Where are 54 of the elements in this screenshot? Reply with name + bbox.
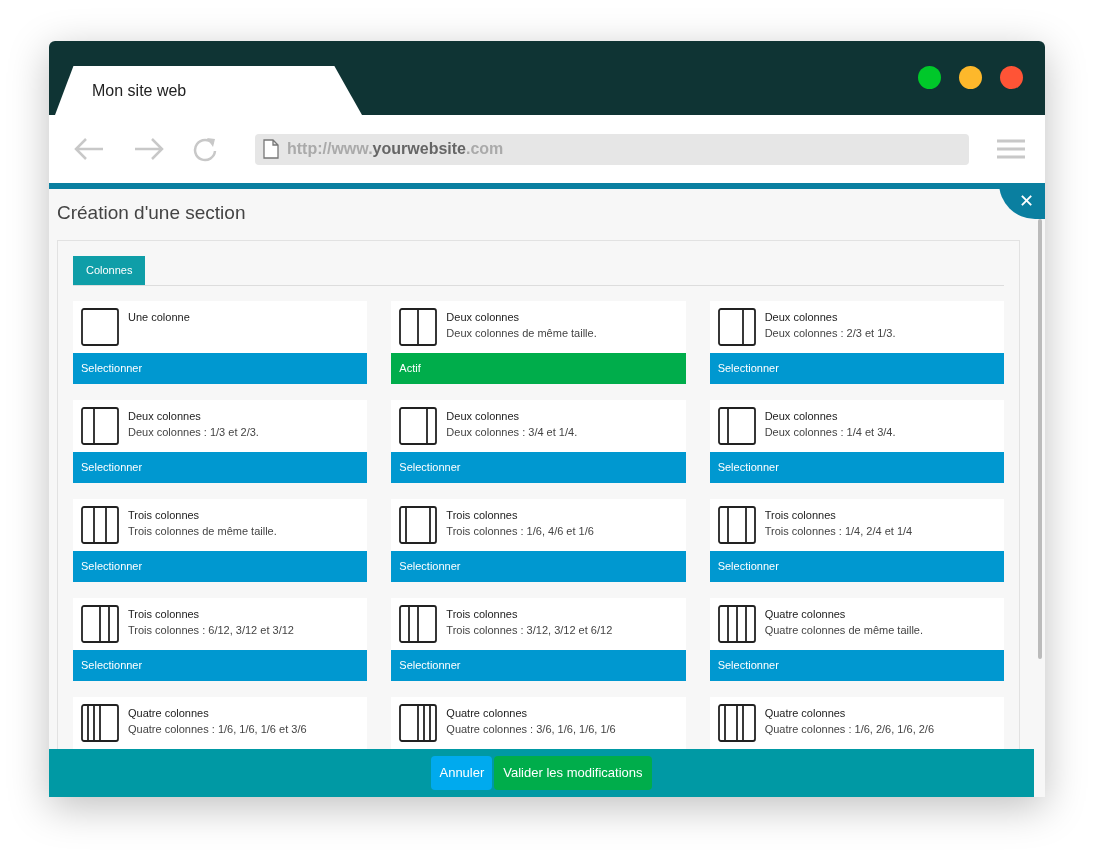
- select-button[interactable]: Selectionner: [73, 551, 368, 582]
- card-title: Trois colonnes: [446, 508, 519, 522]
- card-title: Deux colonnes: [446, 310, 521, 324]
- card-title: Deux colonnes: [764, 310, 839, 324]
- select-button[interactable]: Selectionner: [391, 551, 686, 582]
- card-title: Deux colonnes: [764, 409, 839, 423]
- document-icon: [263, 139, 279, 159]
- card-title: Quatre colonnes: [764, 607, 847, 621]
- card-description: Deux colonnes : 2/3 et 1/3.: [764, 326, 896, 340]
- card-description: Trois colonnes de même taille.: [128, 524, 277, 538]
- card-description: Trois colonnes : 1/4, 2/4 et 1/4: [764, 524, 913, 538]
- menu-icon[interactable]: [997, 138, 1025, 160]
- select-button[interactable]: Selectionner: [709, 452, 1004, 483]
- select-button[interactable]: Selectionner: [709, 650, 1004, 681]
- card-title: Quatre colonnes: [128, 706, 210, 720]
- select-button[interactable]: Selectionner: [391, 452, 686, 483]
- forward-arrow-icon[interactable]: [133, 137, 165, 161]
- card-description: Quatre colonnes : 1/6, 1/6, 1/6 et 3/6: [128, 722, 307, 736]
- card-description: Deux colonnes : 1/3 et 2/3.: [128, 425, 259, 439]
- card-description: Quatre colonnes : 3/6, 1/6, 1/6, 1/6: [446, 722, 616, 736]
- card-description: Quatre colonnes de même taille.: [764, 623, 924, 637]
- card-title: Quatre colonnes: [446, 706, 529, 720]
- reload-icon[interactable]: [193, 135, 219, 163]
- select-button[interactable]: Selectionner: [73, 452, 368, 483]
- select-button[interactable]: Selectionner: [73, 650, 368, 681]
- browser-tab[interactable]: Mon site web: [55, 66, 362, 115]
- card-title: Trois colonnes: [128, 508, 201, 522]
- card-description: Deux colonnes : 3/4 et 1/4.: [446, 425, 578, 439]
- confirm-button[interactable]: Valider les modifications: [494, 756, 652, 790]
- url-text: http://www.yourwebsite.com: [287, 139, 504, 159]
- card-title: Quatre colonnes: [764, 706, 847, 720]
- card-title: Trois colonnes: [128, 607, 201, 621]
- card-description: Trois colonnes : 1/6, 4/6 et 1/6: [446, 524, 594, 538]
- active-button[interactable]: Actif: [391, 353, 686, 384]
- select-button[interactable]: Selectionner: [709, 353, 1004, 384]
- card-description: Trois colonnes : 3/12, 3/12 et 6/12: [446, 623, 613, 637]
- card-title: Trois colonnes: [764, 508, 837, 522]
- card-description: Deux colonnes de même taille.: [446, 326, 597, 340]
- card-title: Deux colonnes: [446, 409, 521, 423]
- card-title: Trois colonnes: [446, 607, 519, 621]
- select-button[interactable]: Selectionner: [709, 551, 1004, 582]
- back-arrow-icon[interactable]: [73, 137, 105, 161]
- cancel-button[interactable]: Annuler: [431, 756, 493, 790]
- card-description: Quatre colonnes : 1/6, 2/6, 1/6, 2/6: [764, 722, 935, 736]
- address-bar[interactable]: http://www.yourwebsite.com: [255, 133, 969, 165]
- select-button[interactable]: Selectionner: [73, 353, 368, 384]
- card-title: Une colonne: [128, 310, 190, 324]
- dialog-title: Création d'une section: [56, 201, 247, 225]
- select-button[interactable]: Selectionner: [391, 650, 686, 681]
- card-title: Deux colonnes: [128, 409, 202, 423]
- card-description: Trois colonnes : 6/12, 3/12 et 3/12: [128, 623, 294, 637]
- tab[interactable]: Colonnes: [73, 256, 146, 285]
- close-button[interactable]: ✕: [999, 189, 1045, 219]
- card-description: Deux colonnes : 1/4 et 3/4.: [764, 425, 896, 439]
